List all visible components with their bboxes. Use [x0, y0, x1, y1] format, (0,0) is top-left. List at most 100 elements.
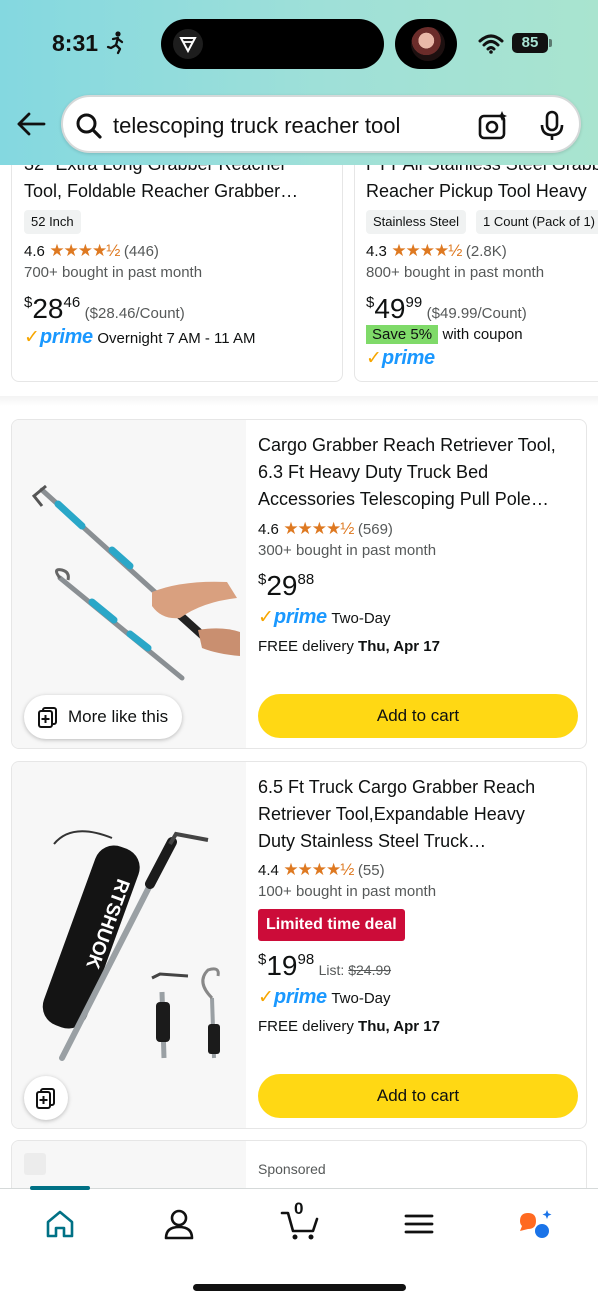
rating-value: 4.3 — [366, 243, 387, 260]
add-to-cart-button[interactable]: Add to cart — [258, 1074, 578, 1118]
more-like-this-button[interactable]: More like this — [24, 695, 183, 739]
prime-row: ✓prime — [366, 347, 435, 370]
product-card-result-1[interactable]: More like this Cargo Grabber Reach Retri… — [11, 419, 587, 749]
menu-icon[interactable] — [402, 1207, 436, 1241]
live-activity-pill — [395, 19, 457, 69]
variant-chip[interactable]: 1 Count (Pack of 1) — [476, 210, 598, 234]
review-count: (55) — [357, 862, 385, 879]
prime-logo: prime — [273, 606, 327, 628]
rating-value: 4.4 — [258, 862, 279, 879]
back-arrow-icon[interactable] — [16, 111, 46, 137]
search-bar[interactable]: telescoping truck reacher tool — [61, 95, 581, 153]
status-time: 8:31 — [52, 30, 99, 56]
grabber-kit-image: RTSHUOK — [42, 830, 220, 1061]
product-title-line[interactable]: Cargo Grabber Reach Retriever Tool, — [258, 432, 556, 459]
add-to-cart-button[interactable]: Add to cart — [258, 694, 578, 738]
rating-value: 4.6 — [258, 521, 279, 538]
product-title-line: Tool, Foldable Reacher Grabber… — [24, 181, 299, 201]
price: $4999 ($49.99/Count) — [366, 293, 527, 324]
prime-check-icon: ✓ — [258, 607, 274, 628]
delivery-date: Thu, Apr 17 — [358, 638, 440, 655]
microphone-icon[interactable] — [539, 110, 565, 142]
product-title-line[interactable]: Duty Stainless Steel Truck… — [258, 828, 486, 855]
coupon-text: with coupon — [442, 326, 523, 343]
product-card-result-2[interactable]: RTSHUOK 6.5 Ft Truck Cargo Grabber Reach… — [11, 761, 587, 1129]
vpn-logo-icon — [173, 29, 203, 59]
more-like-this-button[interactable] — [24, 1076, 68, 1120]
bought-count: 700+ bought in past month — [24, 264, 203, 281]
dynamic-island — [161, 19, 384, 69]
bought-count: 800+ bought in past month — [366, 264, 545, 281]
rating-value: 4.6 — [24, 243, 45, 260]
limited-time-deal-badge: Limited time deal — [258, 909, 405, 941]
search-icon — [76, 113, 102, 139]
rating-row[interactable]: 4.4 ★★★★½ (55) — [258, 860, 385, 880]
star-rating-icon: ★★★★½ — [283, 860, 354, 879]
product-title-line[interactable]: 6.5 Ft Truck Cargo Grabber Reach — [258, 774, 535, 801]
more-like-this-label: More like this — [68, 707, 169, 726]
account-icon[interactable] — [162, 1207, 196, 1241]
review-count: (569) — [357, 521, 393, 538]
battery-icon: 85 — [512, 33, 548, 53]
rating-row[interactable]: 4.6 ★★★★½ (446) — [24, 241, 159, 261]
delivery-text: Overnight 7 AM - 11 AM — [97, 330, 256, 347]
delivery-row: FREE delivery Thu, Apr 17 — [258, 638, 440, 655]
prime-speed: Two-Day — [331, 610, 391, 627]
similar-items-icon — [36, 1088, 55, 1109]
app-header: 8:31 85 telescoping truck reacher tool — [0, 0, 598, 165]
product-card-top-left[interactable]: 32" Extra Long Grabber Reacher Tool, Fol… — [11, 140, 343, 382]
screen: 32" Extra Long Grabber Reacher Tool, Fol… — [0, 0, 598, 1300]
prime-check-icon: ✓ — [366, 348, 382, 369]
product-title-line: Reacher Pickup Tool Heavy — [366, 181, 587, 201]
product-title-line[interactable]: 6.3 Ft Heavy Duty Truck Bed — [258, 459, 488, 486]
prime-speed: Two-Day — [331, 990, 391, 1007]
prime-logo: prime — [381, 347, 435, 369]
home-icon[interactable] — [43, 1207, 77, 1241]
rating-row[interactable]: 4.6 ★★★★½ (569) — [258, 519, 393, 539]
delivery-prefix: FREE delivery — [258, 1018, 359, 1035]
review-count: (2.8K) — [465, 243, 507, 260]
battery-tip — [549, 39, 552, 47]
list-price: List: $24.99 — [318, 962, 392, 978]
avatar — [411, 27, 445, 61]
search-input[interactable]: telescoping truck reacher tool — [113, 113, 400, 139]
prime-logo: prime — [273, 986, 327, 1008]
product-title-line[interactable]: Retriever Tool,Expandable Heavy — [258, 801, 525, 828]
delivery-date: Thu, Apr 17 — [358, 1018, 440, 1035]
product-image[interactable]: RTSHUOK — [12, 762, 246, 1128]
rufus-chat-icon[interactable] — [516, 1207, 556, 1241]
similar-items-icon — [38, 707, 57, 728]
cart-count-badge: 0 — [294, 1199, 304, 1218]
product-card-top-right[interactable]: FTT All Stainless Steel Grabber Reacher … — [354, 140, 598, 382]
review-count: (446) — [123, 243, 159, 260]
active-tab-indicator — [30, 1186, 90, 1190]
prime-row: ✓prime Two-Day — [258, 986, 391, 1009]
bottom-nav: 0 — [0, 1186, 598, 1300]
unit-price: ($28.46/Count) — [84, 305, 185, 322]
delivery-prefix: FREE delivery — [258, 638, 359, 655]
price: $1998 List: $24.99 — [258, 950, 392, 981]
prime-logo: prime — [39, 326, 93, 348]
price: $2846 ($28.46/Count) — [24, 293, 185, 324]
coupon-row[interactable]: Save 5% with coupon — [366, 325, 523, 344]
price: $2988 — [258, 570, 315, 601]
bought-count: 300+ bought in past month — [258, 542, 437, 559]
running-person-icon — [106, 31, 124, 55]
coupon-badge: Save 5% — [366, 325, 439, 344]
home-indicator[interactable] — [193, 1284, 406, 1291]
rating-row[interactable]: 4.3 ★★★★½ (2.8K) — [366, 241, 507, 261]
wifi-icon — [478, 34, 504, 54]
prime-check-icon: ✓ — [24, 327, 40, 348]
star-rating-icon: ★★★★½ — [49, 241, 120, 260]
prime-delivery-row: ✓prime Overnight 7 AM - 11 AM — [24, 326, 255, 349]
star-rating-icon: ★★★★½ — [391, 241, 462, 260]
prime-check-icon: ✓ — [258, 987, 274, 1008]
camera-lens-icon[interactable] — [477, 110, 509, 142]
prime-row: ✓prime Two-Day — [258, 606, 391, 629]
variant-chip[interactable]: Stainless Steel — [366, 210, 466, 234]
unit-price: ($49.99/Count) — [426, 305, 527, 322]
section-divider — [0, 396, 598, 406]
delivery-row: FREE delivery Thu, Apr 17 — [258, 1018, 440, 1035]
variant-chip[interactable]: 52 Inch — [24, 210, 81, 234]
product-title-line[interactable]: Accessories Telescoping Pull Pole… — [258, 486, 549, 513]
